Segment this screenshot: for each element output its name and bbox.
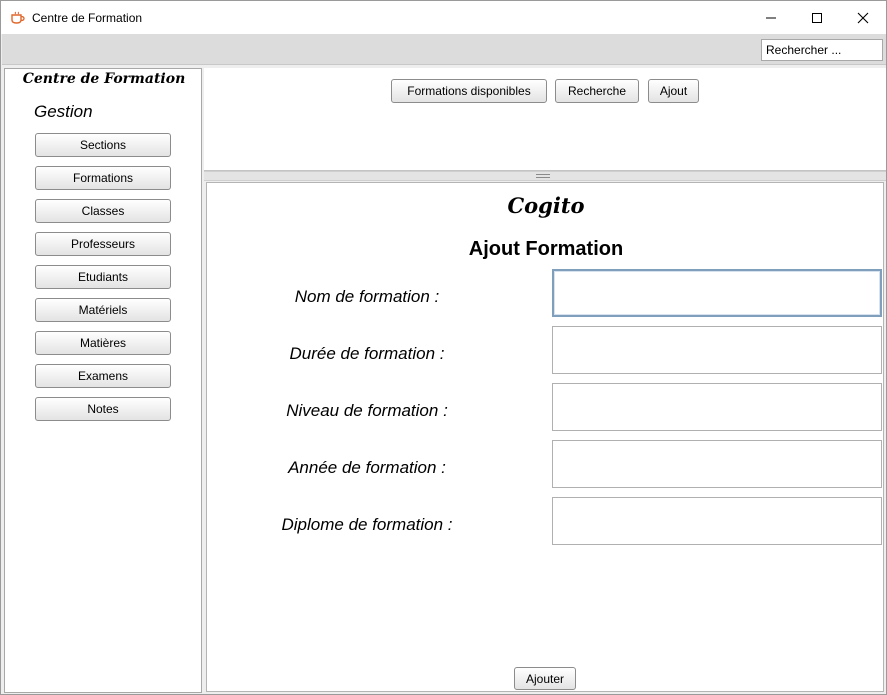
recherche-button[interactable]: Recherche (555, 79, 639, 103)
sidebar-title: Centre de Formation (22, 71, 186, 87)
duree-formation-input[interactable] (552, 326, 882, 374)
maximize-button[interactable] (794, 1, 840, 34)
sidebar-button-classes[interactable]: Classes (35, 199, 171, 223)
sidebar-button-materiels[interactable]: Matériels (35, 298, 171, 322)
sidebar-button-matieres[interactable]: Matières (35, 331, 171, 355)
sidebar-button-etudiants[interactable]: Etudiants (35, 265, 171, 289)
nom-label: Nom de formation : (294, 287, 440, 306)
window-controls (748, 1, 886, 34)
sidebar-button-professeurs[interactable]: Professeurs (35, 232, 171, 256)
brand-logo-text: Cogito (507, 193, 585, 218)
diplome-formation-input[interactable] (552, 497, 882, 545)
toolbar (2, 34, 886, 65)
gestion-label: Gestion (34, 102, 93, 121)
niveau-formation-input[interactable] (552, 383, 882, 431)
app-window: Centre de Formation Centre de Formation … (0, 0, 887, 695)
form-panel: Cogito Ajout Formation Nom de formation … (206, 182, 884, 692)
formations-disponibles-button[interactable]: Formations disponibles (391, 79, 547, 103)
form-title: Ajout Formation (468, 238, 624, 260)
sidebar-button-notes[interactable]: Notes (35, 397, 171, 421)
minimize-icon (766, 17, 776, 18)
duree-label: Durée de formation : (289, 344, 445, 363)
close-button[interactable] (840, 1, 886, 34)
cup-icon (10, 10, 26, 26)
diplome-label: Diplome de formation : (281, 515, 453, 534)
ajouter-button[interactable]: Ajouter (514, 667, 576, 690)
sidebar-button-sections[interactable]: Sections (35, 133, 171, 157)
niveau-label: Niveau de formation : (286, 401, 448, 420)
split-divider[interactable] (204, 171, 886, 181)
divider-grip-icon[interactable] (536, 174, 550, 178)
close-icon (857, 12, 869, 23)
sidebar: Centre de Formation Gestion Sections For… (4, 68, 202, 693)
annee-label: Année de formation : (288, 458, 446, 477)
top-panel: Formations disponibles Recherche Ajout (204, 68, 886, 171)
nom-formation-input[interactable] (552, 269, 882, 317)
minimize-button[interactable] (748, 1, 794, 34)
ajout-button[interactable]: Ajout (648, 79, 699, 103)
sidebar-button-examens[interactable]: Examens (35, 364, 171, 388)
maximize-icon (812, 12, 822, 23)
search-input[interactable] (761, 39, 883, 61)
window-title: Centre de Formation (32, 10, 143, 25)
sidebar-button-formations[interactable]: Formations (35, 166, 171, 190)
annee-formation-input[interactable] (552, 440, 882, 488)
title-bar: Centre de Formation (1, 1, 886, 34)
